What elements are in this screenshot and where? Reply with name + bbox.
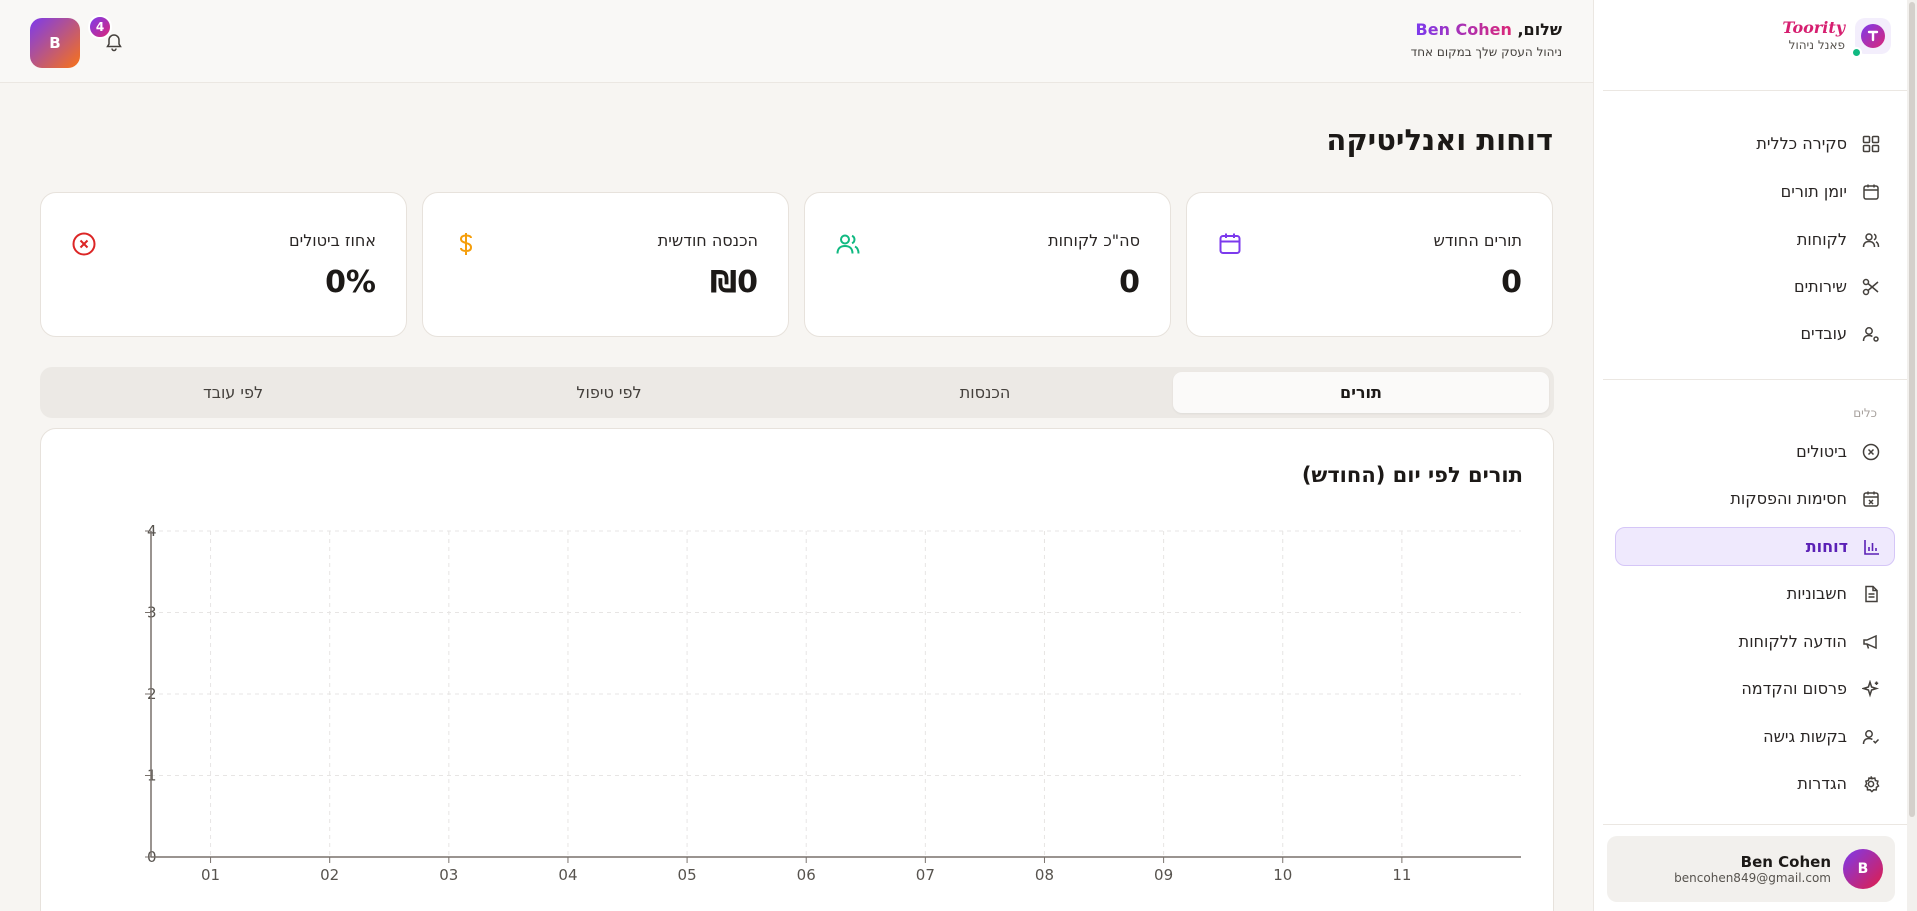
calendar-icon: [1861, 182, 1881, 202]
sidebar-item-overview[interactable]: סקירה כללית: [1615, 124, 1893, 163]
sidebar-item-label: שירותים: [1793, 277, 1847, 296]
header-avatar-button[interactable]: B: [30, 18, 80, 68]
stat-label: תורים החודש: [1433, 231, 1522, 250]
megaphone-icon: [1861, 632, 1881, 652]
user-check-icon: [1861, 727, 1881, 747]
sparkles-icon: [1861, 679, 1881, 699]
users-icon: [1861, 230, 1881, 250]
sidebar-item-label: ביטולים: [1796, 442, 1847, 461]
user-name: Ben Cohen: [1740, 853, 1831, 871]
x-tick-label: 07: [916, 866, 935, 884]
sidebar-item-label: עובדים: [1800, 324, 1847, 343]
avatar: B: [1843, 849, 1883, 889]
page-title: דוחות ואנליטיקה: [1326, 123, 1553, 157]
sidebar: Toority פאנל ניהול סקירה כללית יומן תורי…: [1593, 0, 1917, 911]
stat-card-monthly-revenue: הכנסה חודשית ₪0: [422, 192, 789, 337]
sidebar-item-label: הודעה ללקוחות: [1738, 632, 1847, 651]
stat-card-cancellation-rate: אחוז ביטולים 0%: [40, 192, 407, 337]
x-tick-label: 09: [1154, 866, 1173, 884]
sidebar-item-label: חסימות והפסקות: [1730, 489, 1847, 508]
greeting-prefix: שלום,: [1517, 20, 1562, 39]
sidebar-item-invoices[interactable]: חשבוניות: [1615, 574, 1893, 613]
sidebar-item-label: סקירה כללית: [1756, 134, 1847, 153]
x-tick-label: 10: [1273, 866, 1292, 884]
bar-chart-icon: [1862, 537, 1882, 557]
sidebar-user-card[interactable]: B Ben Cohen bencohen849@gmail.com: [1607, 836, 1895, 902]
sidebar-scrollbar[interactable]: [1907, 0, 1917, 911]
file-text-icon: [1861, 584, 1881, 604]
x-tick-label: 01: [201, 866, 220, 884]
calendar-icon: [1217, 231, 1243, 257]
sidebar-divider: [1603, 90, 1917, 91]
sidebar-item-cancellations[interactable]: ביטולים: [1615, 432, 1893, 471]
x-tick-label: 11: [1392, 866, 1411, 884]
chart-card: תורים לפי יום (החודש) 0 1 2 3 4 01 02 03 04 05 06 0…: [40, 428, 1554, 911]
tab-appointments[interactable]: תורים: [1173, 372, 1549, 413]
brand-logo: [1851, 18, 1891, 58]
user-cog-icon: [1861, 324, 1881, 344]
dashboard-grid-icon: [1861, 134, 1881, 154]
sidebar-item-label: יומן תורים: [1780, 182, 1847, 201]
top-header: שלום, Ben Cohen ניהול העסק שלך במקום אחד…: [0, 0, 1593, 83]
stat-card-total-customers: סה"כ לקוחות 0: [804, 192, 1171, 337]
brand[interactable]: Toority פאנל ניהול: [1782, 18, 1891, 58]
user-email: bencohen849@gmail.com: [1674, 871, 1831, 885]
sidebar-item-label: לקוחות: [1796, 230, 1847, 249]
tab-by-treatment[interactable]: לפי טיפול: [421, 372, 797, 413]
stat-label: אחוז ביטולים: [289, 231, 376, 250]
sidebar-item-customer-message[interactable]: הודעה ללקוחות: [1615, 622, 1893, 661]
brand-name: Toority: [1782, 18, 1845, 37]
sidebar-item-label: חשבוניות: [1786, 584, 1847, 603]
x-tick-label: 02: [320, 866, 339, 884]
gear-icon: [1861, 774, 1881, 794]
sidebar-item-blocks-breaks[interactable]: חסימות והפסקות: [1615, 479, 1893, 518]
x-tick-label: 06: [797, 866, 816, 884]
sidebar-item-promotion[interactable]: פרסום והקדמה: [1615, 669, 1893, 708]
appointments-per-day-chart: 0123401 02 03 04 05 06 07 08 09 10 11: [145, 522, 1521, 884]
sidebar-item-settings[interactable]: הגדרות: [1615, 764, 1893, 803]
sidebar-divider: [1603, 379, 1917, 380]
sidebar-item-label: דוחות: [1805, 537, 1848, 556]
sidebar-divider: [1603, 824, 1917, 825]
x-tick-label: 05: [678, 866, 697, 884]
logo-mark-icon: [1861, 24, 1885, 48]
calendar-x-icon: [1861, 489, 1881, 509]
online-status-dot: [1851, 47, 1862, 58]
sidebar-item-access-requests[interactable]: בקשות גישה: [1615, 717, 1893, 756]
sidebar-item-employees[interactable]: עובדים: [1615, 314, 1893, 353]
tab-by-employee[interactable]: לפי עובד: [45, 372, 421, 413]
stat-value: 0%: [325, 265, 376, 300]
stat-value: 0: [1119, 265, 1140, 300]
greeting: שלום, Ben Cohen ניהול העסק שלך במקום אחד: [1411, 20, 1562, 59]
x-circle-icon: [1861, 442, 1881, 462]
brand-subtitle: פאנל ניהול: [1788, 38, 1845, 52]
sidebar-scrollbar-thumb[interactable]: [1909, 2, 1915, 817]
x-tick-label: 08: [1035, 866, 1054, 884]
sidebar-item-services[interactable]: שירותים: [1615, 267, 1893, 306]
stat-value: ₪0: [709, 265, 758, 300]
stat-label: סה"כ לקוחות: [1048, 231, 1140, 250]
stat-value: 0: [1501, 265, 1522, 300]
greeting-line: שלום, Ben Cohen: [1411, 20, 1562, 39]
sidebar-item-label: בקשות גישה: [1763, 727, 1847, 746]
sidebar-item-customers[interactable]: לקוחות: [1615, 220, 1893, 259]
stat-card-monthly-appointments: תורים החודש 0: [1186, 192, 1553, 337]
notification-count-badge: 4: [88, 15, 112, 39]
scissors-icon: [1861, 277, 1881, 297]
x-tick-label: 03: [439, 866, 458, 884]
x-tick-label: 04: [558, 866, 577, 884]
sidebar-item-label: הגדרות: [1797, 774, 1847, 793]
x-circle-icon: [71, 231, 97, 257]
stat-label: הכנסה חודשית: [657, 231, 758, 250]
greeting-subtitle: ניהול העסק שלך במקום אחד: [1410, 45, 1562, 59]
sidebar-item-label: פרסום והקדמה: [1741, 679, 1847, 698]
sidebar-item-calendar[interactable]: יומן תורים: [1615, 172, 1893, 211]
dollar-icon: [453, 231, 479, 257]
sidebar-item-reports[interactable]: דוחות: [1615, 527, 1895, 566]
report-tabs: תורים הכנסות לפי טיפול לפי עובד: [40, 367, 1554, 418]
users-icon: [835, 231, 861, 257]
greeting-name: Ben Cohen: [1415, 20, 1512, 39]
tab-revenue[interactable]: הכנסות: [797, 372, 1173, 413]
sidebar-section-tools-label: כלים: [1853, 406, 1877, 420]
